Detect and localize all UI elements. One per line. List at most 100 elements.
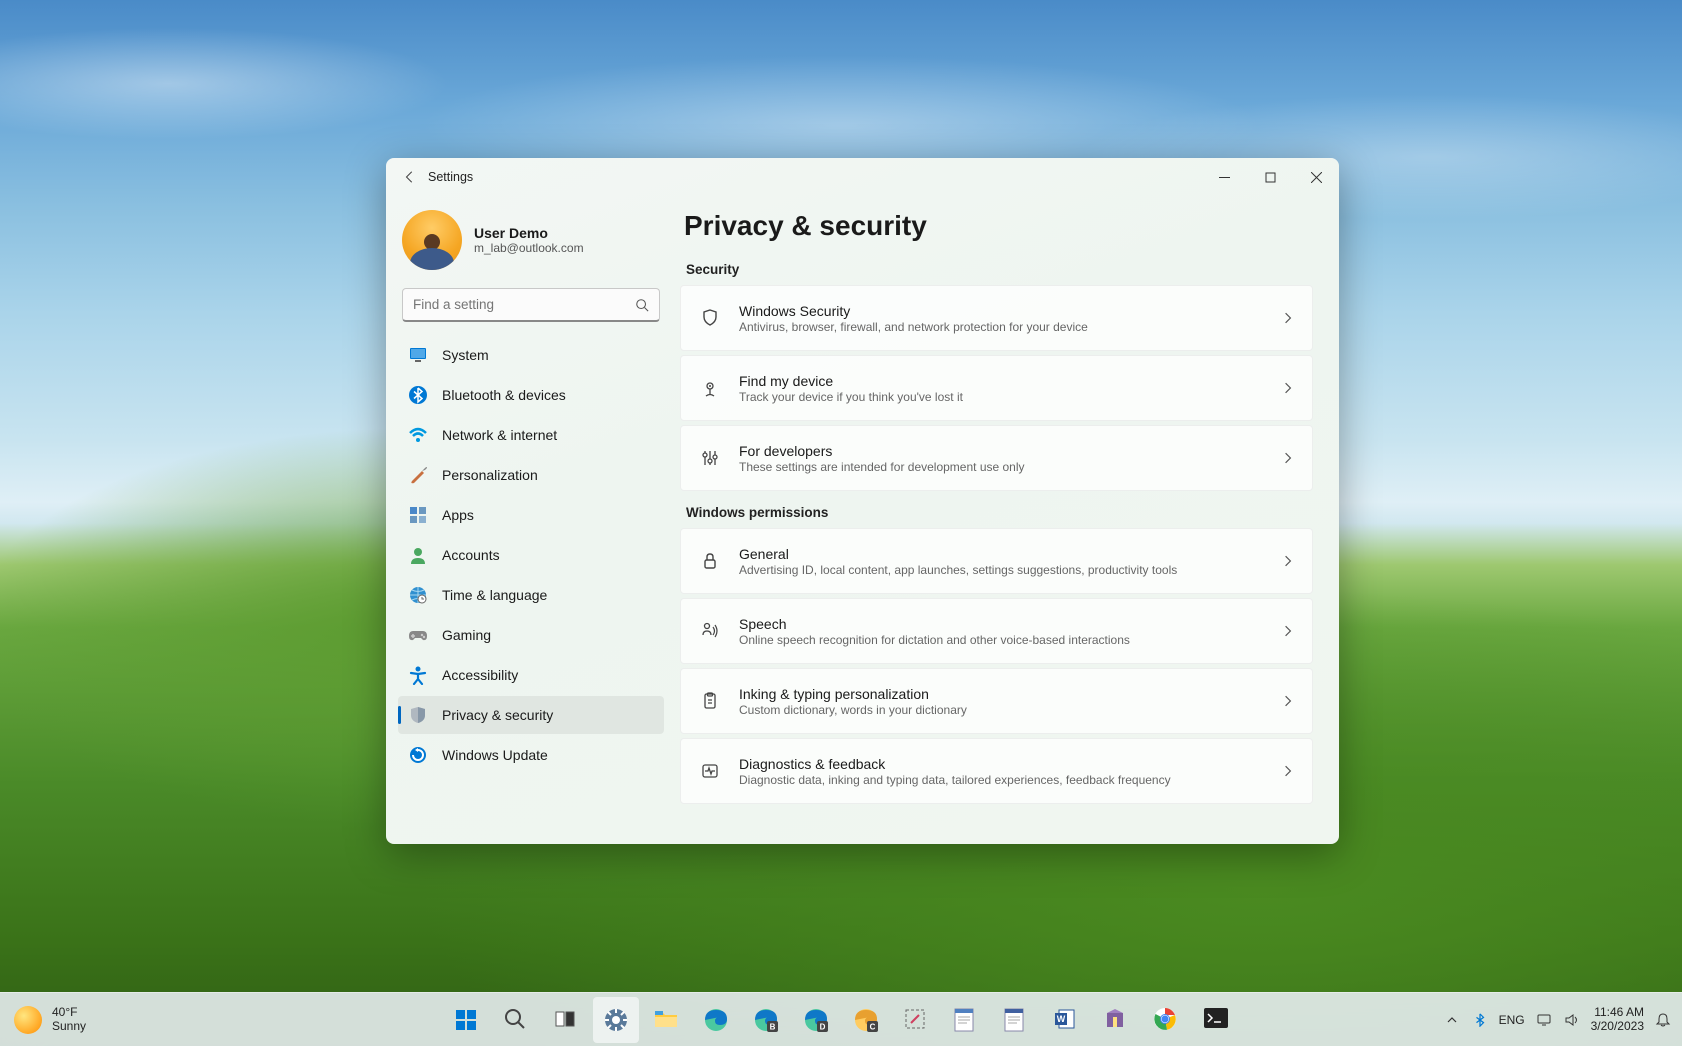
taskbar-notepad[interactable]: [943, 997, 989, 1043]
card-description: Diagnostic data, inking and typing data,…: [739, 773, 1280, 787]
sidebar-item-privacy-security[interactable]: Privacy & security: [398, 696, 664, 734]
chevron-right-icon: [1280, 380, 1296, 396]
taskbar-app-area: BDC W: [443, 997, 1239, 1043]
settings-card-find-my-device[interactable]: Find my deviceTrack your device if you t…: [680, 355, 1313, 421]
taskbar-terminal[interactable]: [1193, 997, 1239, 1043]
nav: System Bluetooth & devices Network & inter…: [398, 336, 664, 774]
sidebar-item-bluetooth-devices[interactable]: Bluetooth & devices: [398, 376, 664, 414]
taskbar-task-view[interactable]: [543, 997, 589, 1043]
sidebar-item-gaming[interactable]: Gaming: [398, 616, 664, 654]
sidebar-item-apps[interactable]: Apps: [398, 496, 664, 534]
sidebar-item-label: Gaming: [442, 627, 491, 643]
taskbar-edge-canary[interactable]: C: [843, 997, 889, 1043]
network-tray-icon[interactable]: [1535, 1011, 1553, 1029]
taskbar-winrar[interactable]: [1093, 997, 1139, 1043]
chevron-right-icon: [1280, 553, 1296, 569]
taskbar-edge[interactable]: [693, 997, 739, 1043]
clock[interactable]: 11:46 AM 3/20/2023: [1591, 1006, 1644, 1034]
taskbar-word[interactable]: W: [1043, 997, 1089, 1043]
back-button[interactable]: [394, 161, 426, 193]
sidebar-item-windows-update[interactable]: Windows Update: [398, 736, 664, 774]
sidebar-item-label: Personalization: [442, 467, 538, 483]
task-view-icon: [553, 1007, 579, 1033]
terminal-icon: [1203, 1007, 1229, 1033]
overflow-chevron[interactable]: [1443, 1011, 1461, 1029]
tray-date: 3/20/2023: [1591, 1020, 1644, 1034]
start-icon: [453, 1007, 479, 1033]
snipping-tool-icon: [903, 1007, 929, 1033]
card-description: Online speech recognition for dictation …: [739, 633, 1280, 647]
sidebar-item-network-internet[interactable]: Network & internet: [398, 416, 664, 454]
taskbar-search[interactable]: [493, 997, 539, 1043]
sidebar-item-label: Privacy & security: [442, 707, 553, 723]
settings-card-for-developers[interactable]: For developersThese settings are intende…: [680, 425, 1313, 491]
notepad-alt-icon: [1003, 1007, 1029, 1033]
sidebar-item-label: Accounts: [442, 547, 500, 563]
notifications-button[interactable]: [1654, 1011, 1672, 1029]
taskbar-start[interactable]: [443, 997, 489, 1043]
svg-text:W: W: [1057, 1014, 1066, 1024]
settings-card-inking-typing-personalization[interactable]: Inking & typing personalizationCustom di…: [680, 668, 1313, 734]
sidebar-item-personalization[interactable]: Personalization: [398, 456, 664, 494]
system-tray: ENG 11:46 AM 3/20/2023: [1443, 1006, 1682, 1034]
edge-dev-icon: D: [803, 1007, 829, 1033]
settings-card-windows-security[interactable]: Windows SecurityAntivirus, browser, fire…: [680, 285, 1313, 351]
notepad-icon: [953, 1007, 979, 1033]
main-content: Privacy & security SecurityWindows Secur…: [672, 196, 1339, 844]
bluetooth-tray-icon[interactable]: [1471, 1011, 1489, 1029]
volume-tray-icon[interactable]: [1563, 1011, 1581, 1029]
search-icon: [503, 1007, 529, 1033]
user-account-block[interactable]: User Demo m_lab@outlook.com: [398, 204, 664, 284]
gamepad-icon: [408, 625, 428, 645]
chevron-right-icon: [1280, 310, 1296, 326]
minimize-button[interactable]: [1201, 158, 1247, 196]
sidebar: User Demo m_lab@outlook.com System Blueto…: [386, 196, 672, 844]
shield-outline-icon: [699, 307, 721, 329]
card-description: Antivirus, browser, firewall, and networ…: [739, 320, 1280, 334]
taskbar-snipping-tool[interactable]: [893, 997, 939, 1043]
system-icon: [408, 345, 428, 365]
accessibility-icon: [408, 665, 428, 685]
sidebar-item-label: Bluetooth & devices: [442, 387, 566, 403]
search-button[interactable]: [630, 293, 654, 317]
taskbar: 40°F Sunny BDC W ENG 11:46 AM 3/20/2023: [0, 992, 1682, 1046]
language-indicator[interactable]: ENG: [1499, 1013, 1525, 1027]
section-header: Security: [680, 248, 1313, 285]
card-title: General: [739, 546, 1280, 562]
sidebar-item-accessibility[interactable]: Accessibility: [398, 656, 664, 694]
bluetooth-icon: [408, 385, 428, 405]
settings-window: Settings User Demo m_lab@outlook.com: [386, 158, 1339, 844]
sidebar-item-label: Time & language: [442, 587, 547, 603]
winrar-icon: [1103, 1007, 1129, 1033]
section-header: Windows permissions: [680, 491, 1313, 528]
shield-icon: [408, 705, 428, 725]
sun-icon: [14, 1006, 42, 1034]
close-button[interactable]: [1293, 158, 1339, 196]
card-title: Inking & typing personalization: [739, 686, 1280, 702]
card-title: Find my device: [739, 373, 1280, 389]
taskbar-file-explorer[interactable]: [643, 997, 689, 1043]
taskbar-edge-dev[interactable]: D: [793, 997, 839, 1043]
settings-card-speech[interactable]: SpeechOnline speech recognition for dict…: [680, 598, 1313, 664]
settings-icon: [603, 1007, 629, 1033]
settings-card-diagnostics-feedback[interactable]: Diagnostics & feedbackDiagnostic data, i…: [680, 738, 1313, 804]
file-explorer-icon: [653, 1007, 679, 1033]
sidebar-item-system[interactable]: System: [398, 336, 664, 374]
card-description: Track your device if you think you've lo…: [739, 390, 1280, 404]
sidebar-item-time-language[interactable]: Time & language: [398, 576, 664, 614]
maximize-button[interactable]: [1247, 158, 1293, 196]
weather-widget[interactable]: 40°F Sunny: [0, 1006, 130, 1034]
chevron-right-icon: [1280, 450, 1296, 466]
taskbar-notepad-alt[interactable]: [993, 997, 1039, 1043]
settings-card-general[interactable]: GeneralAdvertising ID, local content, ap…: [680, 528, 1313, 594]
brush-icon: [408, 465, 428, 485]
taskbar-settings[interactable]: [593, 997, 639, 1043]
search-input[interactable]: [402, 288, 660, 322]
search-wrap: [402, 288, 660, 322]
user-name: User Demo: [474, 225, 584, 241]
apps-icon: [408, 505, 428, 525]
sidebar-item-accounts[interactable]: Accounts: [398, 536, 664, 574]
taskbar-chrome[interactable]: [1143, 997, 1189, 1043]
chevron-right-icon: [1280, 763, 1296, 779]
taskbar-edge-beta[interactable]: B: [743, 997, 789, 1043]
